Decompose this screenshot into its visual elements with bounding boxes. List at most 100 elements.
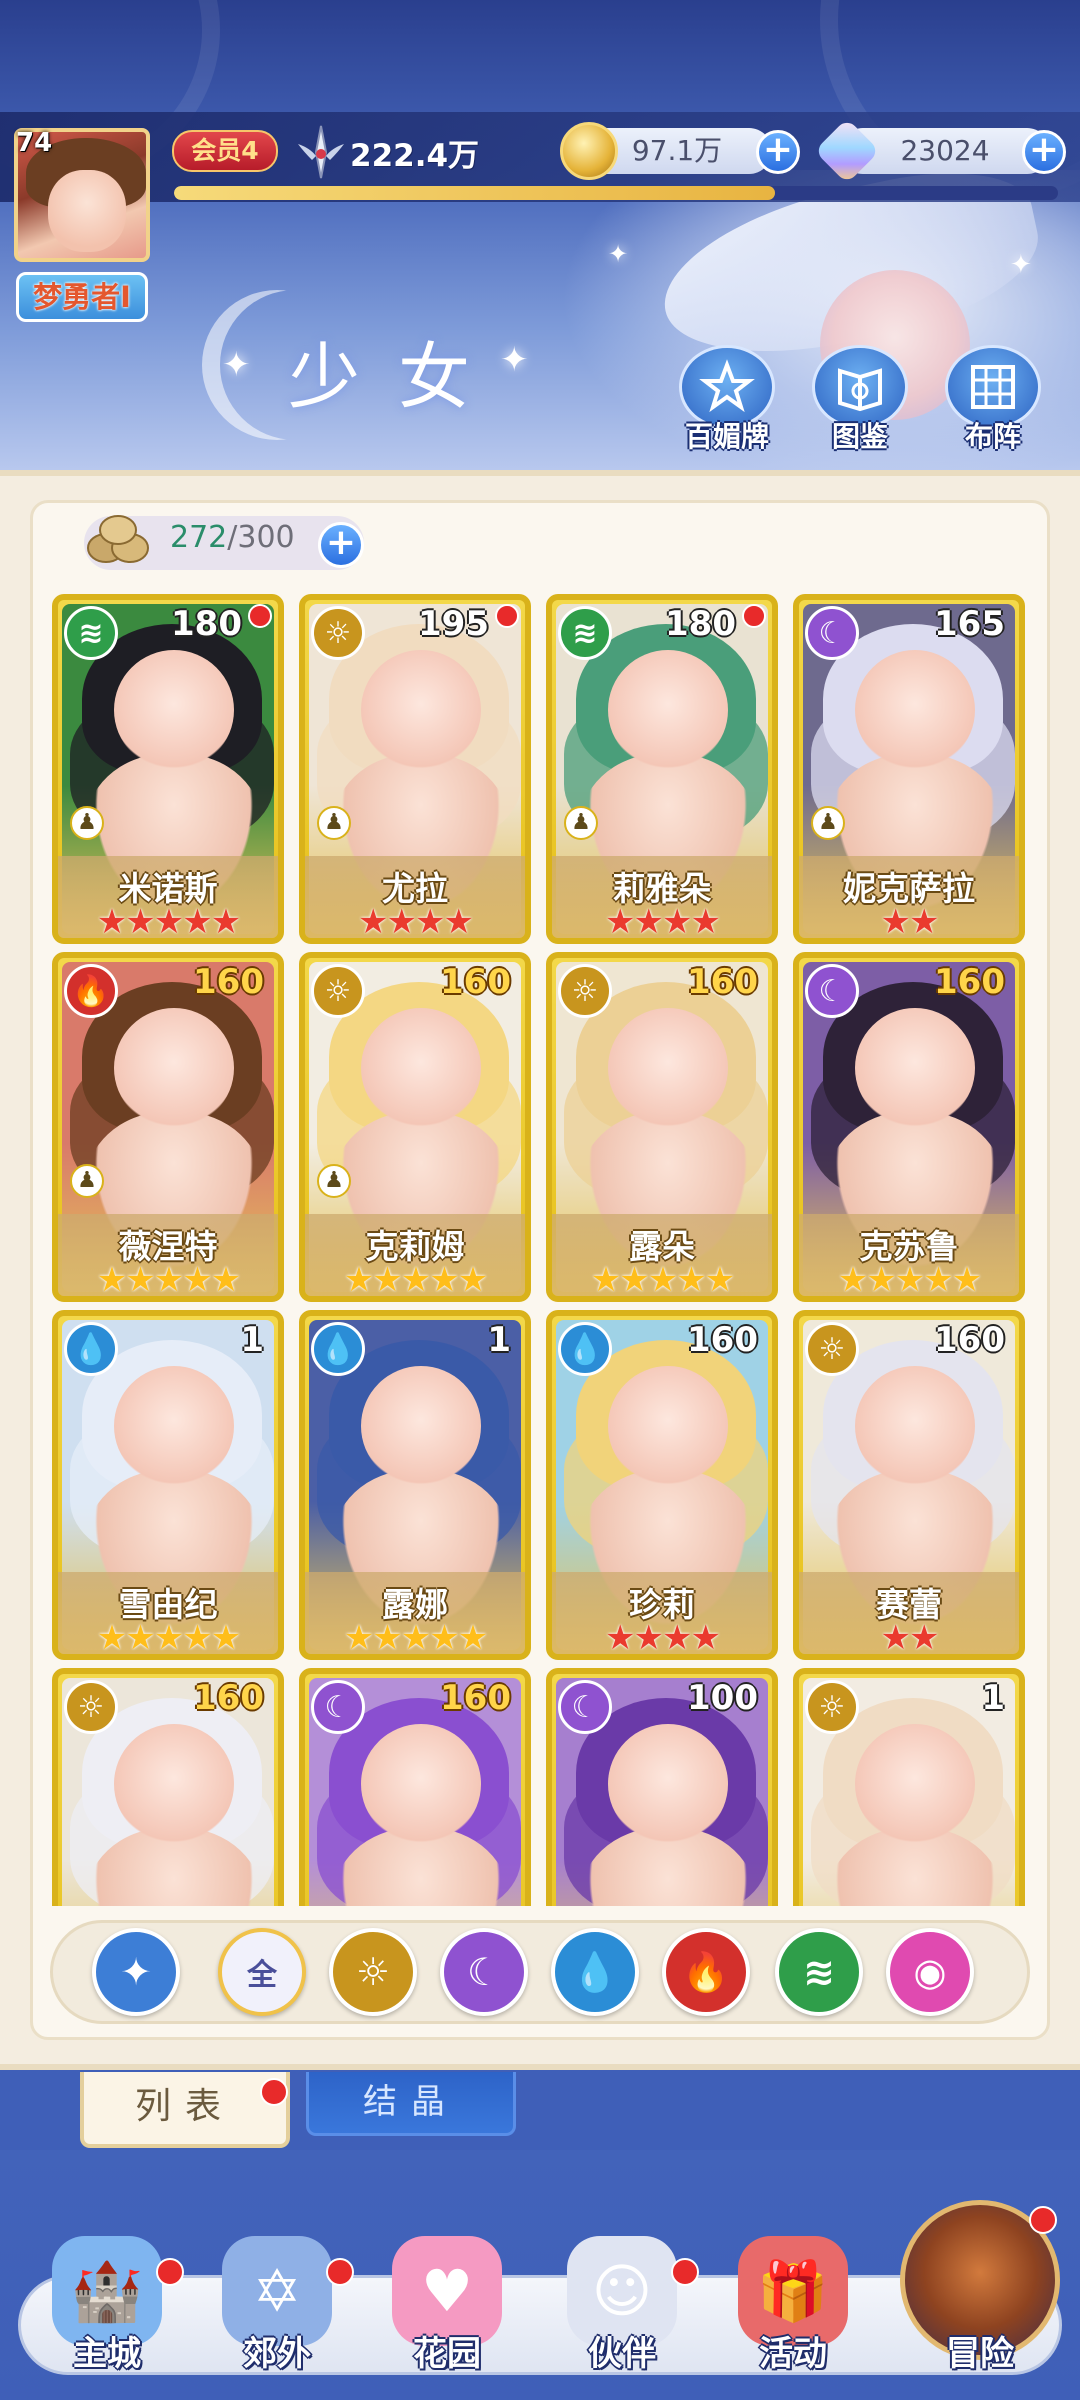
character-card[interactable]: ☼ 160	[52, 1668, 284, 1906]
vip-badge[interactable]: 会员4	[172, 130, 278, 172]
header-button-cards[interactable]: 百媚牌	[672, 345, 782, 455]
star-icon: ★	[457, 1618, 489, 1658]
star-icon: ★	[343, 1260, 375, 1300]
character-level: 160	[193, 962, 264, 1002]
character-card[interactable]: ☼ 1	[793, 1668, 1025, 1906]
light-element-icon: ☼	[558, 964, 612, 1018]
in-formation-pawn-icon: ♟	[317, 806, 351, 840]
star-rating: ★★	[799, 902, 1019, 942]
in-formation-pawn-icon: ♟	[564, 806, 598, 840]
star-icon: ★	[605, 1618, 636, 1658]
character-card[interactable]: ☼ 160 ♟ 克莉姆 ★★★★★	[299, 952, 531, 1302]
in-formation-pawn-icon: ♟	[811, 806, 845, 840]
character-level: 160	[687, 1320, 758, 1360]
header-button-label: 图鉴	[831, 420, 888, 453]
filter-fire-button[interactable]: 🔥	[662, 1928, 750, 2016]
character-grid: ≋ 180 ♟ 米诺斯 ★★★★★ ☼ 195 ♟ 尤拉 ★★★★ ≋ 180 ♟ 莉雅朵 ★★★★ ☾ 165…	[50, 590, 1030, 1906]
add-gold-button[interactable]: +	[756, 130, 800, 174]
filter-wind-button[interactable]: ≋	[775, 1928, 863, 2016]
star-icon: ★	[704, 1260, 736, 1300]
character-level: 195	[418, 604, 489, 644]
star-icon: ★	[923, 1260, 954, 1300]
resource-stones-icon	[87, 515, 149, 563]
page-title: 少女	[288, 335, 509, 419]
character-card[interactable]: 🔥 160 ♟ 薇涅特 ★★★★★	[52, 952, 284, 1302]
filter-all-button[interactable]: 全	[218, 1928, 306, 2016]
star-icon: ★	[182, 1260, 213, 1300]
expand-capacity-button[interactable]: +	[318, 522, 364, 568]
light-element-icon: ☼	[311, 964, 365, 1018]
star-icon: ★	[676, 1260, 707, 1300]
tab-list[interactable]: 列表	[80, 2072, 290, 2148]
nav-portal[interactable]: ✡ 郊外	[202, 2236, 352, 2375]
character-card[interactable]: ☾ 160	[299, 1668, 531, 1906]
star-icon: ★	[429, 1260, 460, 1300]
character-card[interactable]: 💧 1 雪由纪 ★★★★★	[52, 1310, 284, 1660]
header-button-formation[interactable]: 布阵	[938, 345, 1048, 455]
star-icon: ★	[909, 902, 940, 942]
light-element-icon: ☼	[311, 606, 365, 660]
star-rating: ★★★★★	[552, 1260, 772, 1300]
character-card[interactable]: ☾ 165 ♟ 妮克萨拉 ★★	[793, 594, 1025, 944]
star-icon: ★	[372, 1260, 403, 1300]
header-button-label: 布阵	[964, 420, 1021, 453]
star-rating: ★★★★★	[58, 1618, 278, 1658]
dark-element-icon: ☾	[466, 1950, 502, 1994]
star-icon: ★	[633, 902, 665, 942]
light-element-icon: ☼	[805, 1680, 859, 1734]
filter-star-button[interactable]: ✦	[92, 1928, 180, 2016]
star-icon: ★	[662, 1618, 693, 1658]
dark-element-icon: ☾	[311, 1680, 365, 1734]
character-card[interactable]: ☼ 195 ♟ 尤拉 ★★★★	[299, 594, 531, 944]
notification-dot	[260, 2078, 288, 2106]
in-formation-pawn-icon: ♟	[70, 806, 104, 840]
character-card[interactable]: ☾ 160 克苏鲁 ★★★★★	[793, 952, 1025, 1302]
star-rating: ★★★★	[552, 1618, 772, 1658]
character-card[interactable]: 💧 160 珍莉 ★★★★	[546, 1310, 778, 1660]
character-level: 1	[240, 1320, 264, 1360]
star-icon: ★	[96, 1618, 128, 1658]
filter-dark-button[interactable]: ☾	[440, 1928, 528, 2016]
sparkle-icon: ✦	[222, 345, 251, 385]
character-card[interactable]: ☼ 160 赛蕾 ★★	[793, 1310, 1025, 1660]
filter-water-button[interactable]: 💧	[551, 1928, 639, 2016]
wind-element-icon: ≋	[558, 606, 612, 660]
star-icon: ★	[590, 1260, 622, 1300]
notification-dot	[671, 2258, 699, 2286]
player-name[interactable]: 梦勇者I	[16, 272, 148, 322]
character-card[interactable]: ☾ 100	[546, 1668, 778, 1906]
character-card[interactable]: ≋ 180 ♟ 莉雅朵 ★★★★	[546, 594, 778, 944]
nav-castle[interactable]: 🏰 主城	[32, 2236, 182, 2375]
nav-label: 冒险	[946, 2334, 1014, 2374]
star-icon: ★	[210, 1260, 242, 1300]
star-icon: ★	[690, 902, 721, 942]
tab-crystal[interactable]: 结晶	[306, 2072, 516, 2136]
character-card[interactable]: 💧 1 露娜 ★★★★★	[299, 1310, 531, 1660]
star-icon: ★	[647, 1260, 679, 1300]
header-button-codex[interactable]: 图鉴	[805, 345, 915, 455]
star-icon: ★	[837, 1260, 869, 1300]
star-icon: ★	[96, 1260, 128, 1300]
player-level: 74	[16, 128, 53, 158]
gold-coin-icon	[560, 122, 618, 180]
nav-partner[interactable]: ☺ 伙伴	[547, 2236, 697, 2375]
filter-light-button[interactable]: ☼	[329, 1928, 417, 2016]
power-sword-icon	[298, 125, 344, 179]
star-rating: ★★★★★	[58, 1260, 278, 1300]
character-card[interactable]: ≋ 180 ♟ 米诺斯 ★★★★★	[52, 594, 284, 944]
sparkle-icon: ✦	[608, 240, 629, 268]
star-icon: ★	[880, 1618, 912, 1658]
nav-compass[interactable]: 冒险	[905, 2236, 1055, 2375]
water-element-icon: 💧	[558, 1322, 612, 1376]
star-icon: ★	[210, 902, 242, 942]
star-rating: ★★★★	[552, 902, 772, 942]
character-card[interactable]: ☼ 160 露朵 ★★★★★	[546, 952, 778, 1302]
special-element-icon: ◉	[913, 1950, 947, 1994]
add-gems-button[interactable]: +	[1022, 130, 1066, 174]
star-icon: ★	[662, 902, 693, 942]
star-icon: ★	[386, 902, 418, 942]
filter-special-button[interactable]: ◉	[886, 1928, 974, 2016]
nav-heart[interactable]: ♥ 花园	[372, 2236, 522, 2375]
water-element-icon: 💧	[571, 1949, 619, 1994]
nav-gift[interactable]: 🎁 活动	[718, 2236, 868, 2375]
